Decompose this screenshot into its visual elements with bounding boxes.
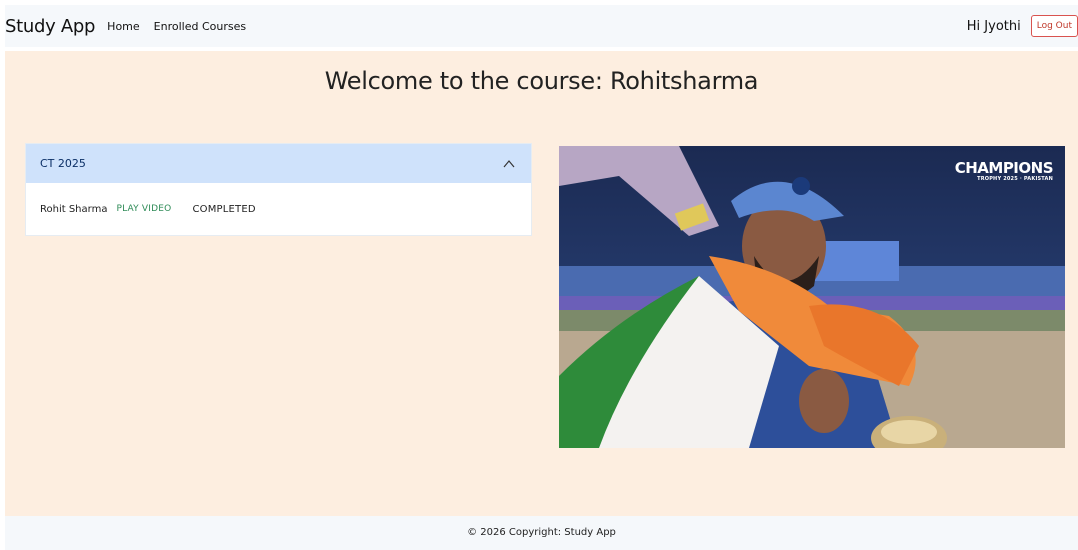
course-accordion: CT 2025 Rohit Sharma PLAY VIDEO COMPLETE…: [25, 143, 532, 236]
badge-subtitle: TROPHY 2025 · PAKISTAN: [977, 176, 1053, 182]
accordion-title: CT 2025: [40, 157, 86, 170]
badge-title: CHAMPIONS: [954, 159, 1054, 177]
video-thumbnail[interactable]: CHAMPIONS TROPHY 2025 · PAKISTAN: [559, 146, 1065, 448]
page: Study App Home Enrolled Courses Hi Jyoth…: [0, 0, 1078, 550]
accordion-body: Rohit Sharma PLAY VIDEO COMPLETED: [26, 183, 531, 235]
page-title: Welcome to the course: Rohitsharma: [324, 67, 759, 95]
footer: © 2026 Copyright: Study App: [5, 516, 1078, 550]
navbar: Study App Home Enrolled Courses Hi Jyoth…: [5, 5, 1078, 47]
nav-link-home[interactable]: Home: [107, 20, 139, 33]
navbar-right: Hi Jyothi Log Out: [967, 15, 1078, 37]
chevron-up-icon[interactable]: [501, 156, 517, 172]
lesson-status: COMPLETED: [192, 203, 256, 215]
brand-logo[interactable]: Study App: [5, 16, 95, 37]
accordion-header[interactable]: CT 2025: [26, 144, 531, 183]
footer-copyright: © 2026 Copyright: Study App: [467, 527, 616, 538]
champions-trophy-logo: CHAMPIONS TROPHY 2025 · PAKISTAN: [954, 159, 1054, 183]
logout-button[interactable]: Log Out: [1030, 15, 1078, 37]
lesson-name: Rohit Sharma: [40, 203, 108, 215]
play-video-link[interactable]: PLAY VIDEO: [116, 204, 171, 214]
user-greeting: Hi Jyothi: [966, 18, 1021, 34]
video-image-illustration: [559, 146, 1065, 448]
main-content: Welcome to the course: Rohitsharma CT 20…: [5, 51, 1078, 516]
nav-link-enrolled-courses[interactable]: Enrolled Courses: [154, 20, 246, 33]
